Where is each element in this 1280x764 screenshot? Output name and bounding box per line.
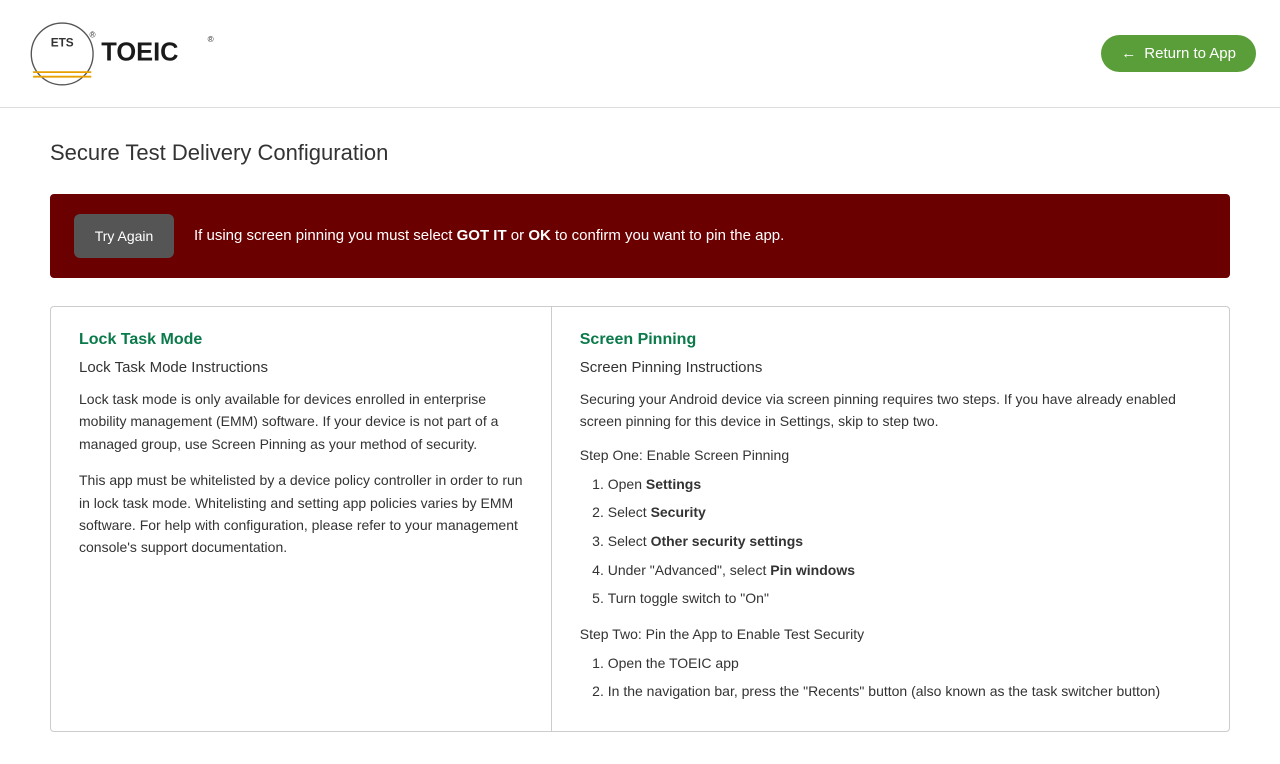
screen-pinning-section: Screen Pinning Screen Pinning Instructio… xyxy=(552,307,1229,731)
svg-text:TOEIC: TOEIC xyxy=(101,38,178,66)
alert-suffix: to confirm you want to pin the app. xyxy=(551,227,784,244)
list-item: Select Other security settings xyxy=(608,528,1201,555)
list-item: In the navigation bar, press the "Recent… xyxy=(608,678,1201,705)
list-item: Turn toggle switch to "On" xyxy=(608,585,1201,612)
alert-prefix: If using screen pinning you must select xyxy=(194,227,457,244)
page-title: Secure Test Delivery Configuration xyxy=(50,140,1230,166)
svg-text:®: ® xyxy=(208,35,214,44)
step-two-list: Open the TOEIC app In the navigation bar… xyxy=(580,650,1201,705)
return-to-app-button[interactable]: ← Return to App xyxy=(1101,35,1256,72)
settings-bold: Settings xyxy=(646,476,701,492)
main-content: Secure Test Delivery Configuration Try A… xyxy=(0,108,1280,764)
header: ETS ® TOEIC ® ← Return to App xyxy=(0,0,1280,108)
lock-task-mode-para1: Lock task mode is only available for dev… xyxy=(79,388,523,455)
step-one-header: Step One: Enable Screen Pinning xyxy=(580,447,1201,463)
screen-pinning-intro: Securing your Android device via screen … xyxy=(580,388,1201,433)
pin-windows-bold: Pin windows xyxy=(770,562,855,578)
svg-text:®: ® xyxy=(89,31,95,40)
alert-got-it: GOT IT xyxy=(457,227,507,244)
screen-pinning-subtitle: Screen Pinning Instructions xyxy=(580,359,1201,376)
lock-task-mode-para2: This app must be whitelisted by a device… xyxy=(79,469,523,559)
logo-container: ETS ® TOEIC ® xyxy=(24,16,224,91)
other-security-bold: Other security settings xyxy=(651,533,804,549)
arrow-left-icon: ← xyxy=(1121,45,1136,62)
security-bold: Security xyxy=(651,504,706,520)
list-item: Open the TOEIC app xyxy=(608,650,1201,677)
svg-text:ETS: ETS xyxy=(51,36,74,50)
lock-task-mode-title: Lock Task Mode xyxy=(79,331,523,349)
list-item: Under "Advanced", select Pin windows xyxy=(608,557,1201,584)
lock-task-mode-subtitle: Lock Task Mode Instructions xyxy=(79,359,523,376)
return-button-label: Return to App xyxy=(1144,45,1236,62)
alert-box: Try Again If using screen pinning you mu… xyxy=(50,194,1230,278)
step-two-header: Step Two: Pin the App to Enable Test Sec… xyxy=(580,626,1201,642)
alert-or: or xyxy=(507,227,529,244)
instructions-container: Lock Task Mode Lock Task Mode Instructio… xyxy=(50,306,1230,732)
lock-task-mode-section: Lock Task Mode Lock Task Mode Instructio… xyxy=(51,307,552,731)
step-one-list: Open Settings Select Security Select Oth… xyxy=(580,471,1201,612)
ets-toeic-logo: ETS ® TOEIC ® xyxy=(24,16,224,91)
list-item: Open Settings xyxy=(608,471,1201,498)
alert-ok: OK xyxy=(528,227,551,244)
try-again-button[interactable]: Try Again xyxy=(74,214,174,258)
list-item: Select Security xyxy=(608,499,1201,526)
alert-message: If using screen pinning you must select … xyxy=(194,225,784,248)
screen-pinning-title: Screen Pinning xyxy=(580,331,1201,349)
